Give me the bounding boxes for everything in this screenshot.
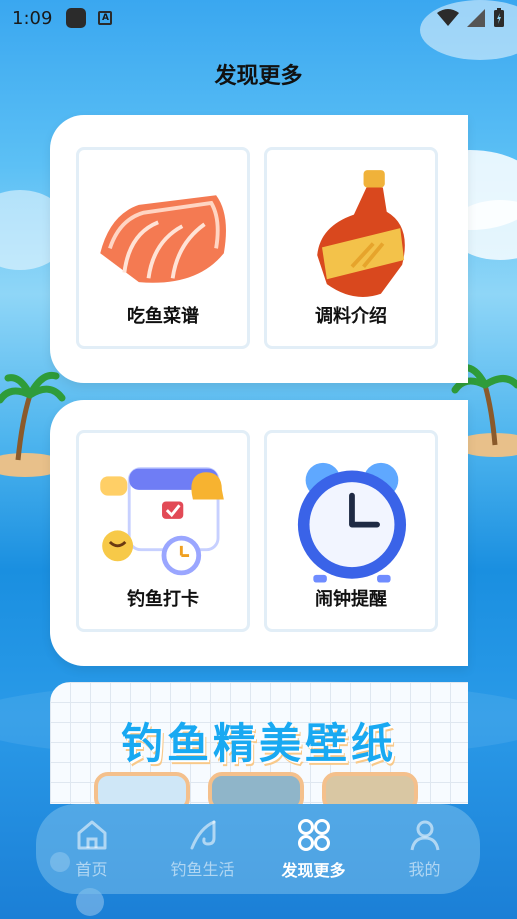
salmon-icon [100, 195, 226, 283]
page-title: 发现更多 [214, 64, 303, 89]
nav-label: 发现更多 [281, 861, 346, 880]
discover-grid-icon [297, 819, 330, 851]
status-time: 1:09 [12, 7, 53, 29]
feature-card-2: 钓鱼打卡 闹钟提醒 [50, 400, 468, 666]
sauce-bottle-icon [317, 170, 405, 297]
fishing-hook-icon [190, 820, 215, 850]
nav-item-fishing-life[interactable]: 钓鱼生活 [148, 809, 258, 889]
banner-title: 钓鱼精美壁纸 [120, 719, 397, 768]
tile-fishing-checkin[interactable]: 钓鱼打卡 [76, 430, 250, 632]
tile-label: 闹钟提醒 [315, 589, 387, 610]
wallpaper-thumbnail[interactable] [208, 772, 304, 804]
calendar-checkin-icon [100, 467, 224, 576]
nav-label: 首页 [75, 860, 108, 879]
nav-item-home[interactable]: 首页 [37, 809, 147, 889]
feature-card-1: 吃鱼菜谱 调料介绍 [50, 115, 468, 383]
signal-icon [467, 9, 485, 27]
wallpaper-banner[interactable]: 钓鱼精美壁纸 [50, 682, 468, 804]
alarm-clock-icon [297, 462, 407, 583]
battery-icon [494, 8, 504, 27]
notification-a-icon: A [98, 11, 113, 25]
tile-seasoning-intro[interactable]: 调料介绍 [264, 147, 438, 349]
tile-label: 吃鱼菜谱 [127, 306, 199, 327]
wallpaper-thumbnail[interactable] [94, 772, 190, 804]
home-icon [77, 820, 106, 850]
profile-icon [410, 820, 439, 851]
nav-label: 钓鱼生活 [170, 860, 235, 879]
wifi-icon [437, 9, 459, 26]
nav-item-profile[interactable]: 我的 [370, 809, 480, 889]
tile-fish-recipes[interactable]: 吃鱼菜谱 [76, 147, 250, 349]
tile-alarm-reminder[interactable]: 闹钟提醒 [264, 430, 438, 632]
nav-item-discover[interactable]: 发现更多 [259, 809, 369, 889]
nav-label: 我的 [408, 860, 441, 879]
status-bar: 1:09 A [0, 0, 517, 36]
notification-app-icon [66, 8, 87, 28]
tile-label: 调料介绍 [315, 306, 387, 327]
tile-label: 钓鱼打卡 [127, 589, 199, 610]
bottom-navigation: 首页 钓鱼生活 发现更多 我的 [36, 804, 480, 894]
wallpaper-thumbnail[interactable] [322, 772, 418, 804]
